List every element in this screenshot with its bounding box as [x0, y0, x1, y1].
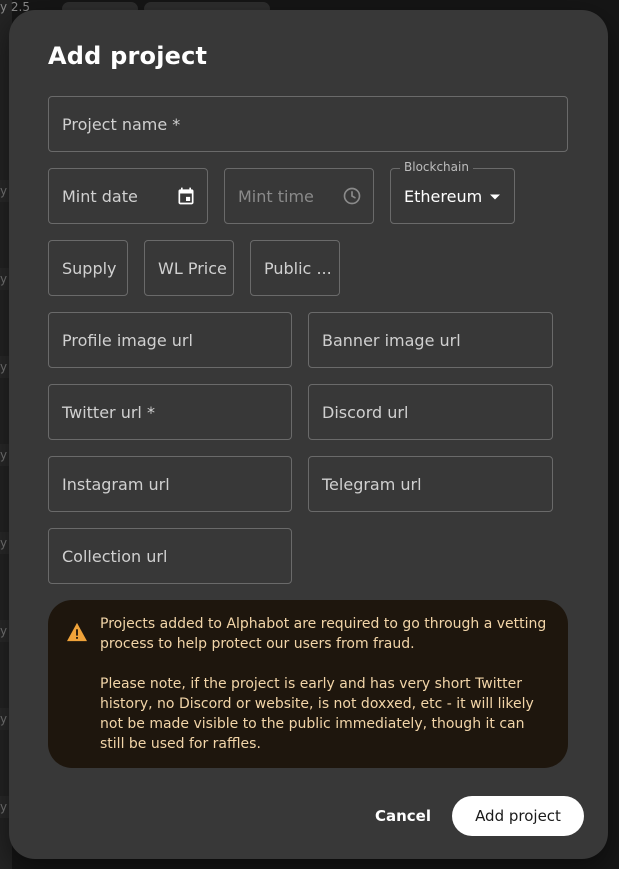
supply-input[interactable]: Supply [48, 240, 128, 296]
telegram-url-placeholder: Telegram url [322, 474, 422, 494]
alert-paragraph-vetting: Projects added to Alphabot are required … [100, 616, 547, 652]
twitter-url-placeholder: Twitter url * [62, 402, 155, 422]
alert-paragraph-visibility: Please note, if the project is early and… [100, 676, 534, 752]
blockchain-select[interactable]: Blockchain Ethereum [390, 160, 515, 224]
project-name-placeholder: Project name * [62, 114, 181, 134]
dialog-title: Add project [48, 42, 208, 70]
clock-icon[interactable] [341, 185, 363, 207]
instagram-url-placeholder: Instagram url [62, 474, 170, 494]
instagram-url-input[interactable]: Instagram url [48, 456, 292, 512]
vetting-warning-alert: Projects added to Alphabot are required … [48, 600, 568, 768]
blockchain-selected-value: Ethereum [404, 186, 483, 206]
discord-url-placeholder: Discord url [322, 402, 409, 422]
profile-image-url-placeholder: Profile image url [62, 330, 193, 350]
wl-price-input[interactable]: WL Price [144, 240, 234, 296]
collection-url-placeholder: Collection url [62, 546, 168, 566]
chevron-down-icon [490, 194, 500, 200]
calendar-icon[interactable] [175, 185, 197, 207]
profile-image-url-input[interactable]: Profile image url [48, 312, 292, 368]
public-price-placeholder: Public ... [264, 258, 332, 278]
mint-time-placeholder: Mint time [238, 186, 314, 206]
banner-image-url-input[interactable]: Banner image url [308, 312, 553, 368]
project-name-input[interactable]: Project name * [48, 96, 568, 152]
warning-icon [66, 622, 88, 642]
telegram-url-input[interactable]: Telegram url [308, 456, 553, 512]
wl-price-placeholder: WL Price [158, 258, 227, 278]
public-price-input[interactable]: Public ... [250, 240, 340, 296]
blockchain-label: Blockchain [400, 160, 473, 174]
discord-url-input[interactable]: Discord url [308, 384, 553, 440]
mint-time-input[interactable]: Mint time [224, 168, 374, 224]
collection-url-input[interactable]: Collection url [48, 528, 292, 584]
supply-placeholder: Supply [62, 258, 117, 278]
banner-image-url-placeholder: Banner image url [322, 330, 461, 350]
mint-date-input[interactable]: Mint date [48, 168, 208, 224]
add-project-dialog: Add project Project name * Mint date Min… [9, 10, 608, 859]
mint-date-placeholder: Mint date [62, 186, 138, 206]
add-project-button[interactable]: Add project [452, 796, 584, 836]
cancel-button[interactable]: Cancel [367, 805, 439, 827]
alert-message: Projects added to Alphabot are required … [100, 614, 552, 754]
twitter-url-input[interactable]: Twitter url * [48, 384, 292, 440]
